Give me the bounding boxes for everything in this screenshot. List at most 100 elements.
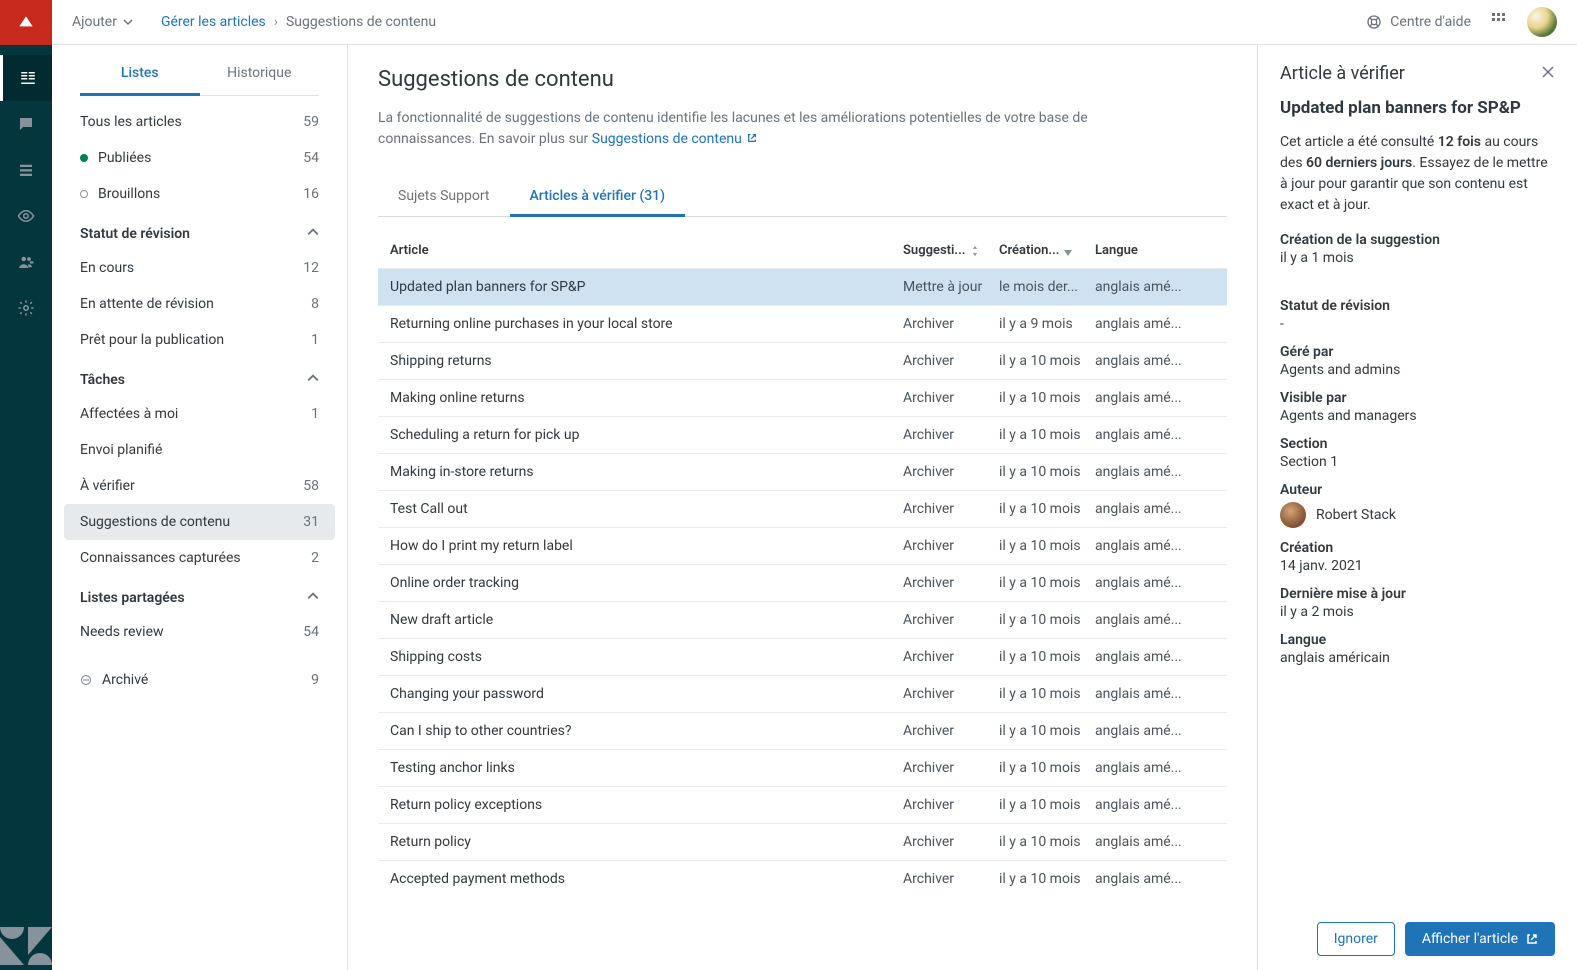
brand-logo[interactable] [0,0,52,45]
column-header-creation[interactable]: Création... [999,243,1095,258]
cell-suggestion: Archiver [903,538,999,554]
cell-language: anglais amé... [1095,279,1215,295]
cell-creation: il y a 10 mois [999,649,1095,665]
status-dot-hollow-icon [80,190,88,198]
articles-table: Article Suggesti... Création... Langue U… [378,233,1227,897]
cell-suggestion: Archiver [903,686,999,702]
rail-arrange-icon[interactable] [0,147,52,193]
sidebar-item-drafts[interactable]: Brouillons 16 [64,176,335,212]
sidebar-item-shared[interactable]: Needs review54 [64,614,335,650]
detail-summary-text: Cet article a été consulté 12 fois au co… [1280,132,1555,216]
meta-label-revision-status: Statut de révision [1280,298,1555,314]
cell-language: anglais amé... [1095,649,1215,665]
table-row[interactable]: Return policy exceptionsArchiveril y a 1… [378,786,1227,823]
sidebar-tab-history[interactable]: Historique [200,53,320,96]
table-row[interactable]: Return policyArchiveril y a 10 moisangla… [378,823,1227,860]
help-center-button[interactable]: Centre d'aide [1366,14,1471,30]
sidebar-item-revision[interactable]: En cours12 [64,250,335,286]
sidebar-header-revision[interactable]: Statut de révision [64,212,335,250]
cell-language: anglais amé... [1095,834,1215,850]
meta-label-managed-by: Géré par [1280,344,1555,360]
sidebar-item-all-articles[interactable]: Tous les articles 59 [64,104,335,140]
meta-label-author: Auteur [1280,482,1555,498]
meta-label-updated: Dernière mise à jour [1280,586,1555,602]
meta-label-language: Langue [1280,632,1555,648]
cell-language: anglais amé... [1095,316,1215,332]
left-rail [0,0,52,970]
cell-suggestion: Archiver [903,464,999,480]
sidebar-item-archived[interactable]: Archivé 9 [64,662,335,698]
cell-language: anglais amé... [1095,797,1215,813]
table-row[interactable]: New draft articleArchiveril y a 10 moisa… [378,601,1227,638]
cell-suggestion: Archiver [903,612,999,628]
rail-settings-icon[interactable] [0,285,52,331]
table-row[interactable]: Online order trackingArchiveril y a 10 m… [378,564,1227,601]
cell-suggestion: Archiver [903,723,999,739]
ignore-button[interactable]: Ignorer [1317,922,1395,956]
cell-article: Changing your password [390,686,903,702]
apps-grid-icon[interactable] [1491,12,1507,32]
chevron-up-icon [307,590,319,606]
sidebar-item-task[interactable]: Envoi planifié [64,432,335,468]
breadcrumb-current: Suggestions de contenu [286,14,436,30]
table-row[interactable]: Test Call outArchiveril y a 10 moisangla… [378,490,1227,527]
help-label: Centre d'aide [1390,14,1471,30]
rail-eye-icon[interactable] [0,193,52,239]
table-row[interactable]: Making online returnsArchiveril y a 10 m… [378,379,1227,416]
sidebar-tab-lists[interactable]: Listes [80,53,200,96]
meta-value-updated: il y a 2 mois [1280,604,1555,620]
sidebar-header-shared[interactable]: Listes partagées [64,576,335,614]
sidebar-item-revision[interactable]: Prêt pour la publication1 [64,322,335,358]
column-header-article[interactable]: Article [390,243,903,258]
cell-creation: il y a 10 mois [999,353,1095,369]
cell-article: Return policy exceptions [390,797,903,813]
cell-creation: il y a 9 mois [999,316,1095,332]
detail-article-title: Updated plan banners for SP&P [1280,98,1555,118]
meta-label-suggestion-creation: Création de la suggestion [1280,232,1555,248]
zendesk-logo-icon[interactable] [0,924,52,970]
sidebar-item-published[interactable]: Publiées 54 [64,140,335,176]
table-row[interactable]: Can I ship to other countries?Archiveril… [378,712,1227,749]
cell-language: anglais amé... [1095,760,1215,776]
cell-creation: il y a 10 mois [999,797,1095,813]
sort-both-icon [970,246,980,256]
view-article-button[interactable]: Afficher l'article [1405,922,1555,956]
table-row[interactable]: Shipping costsArchiveril y a 10 moisangl… [378,638,1227,675]
sidebar-header-tasks[interactable]: Tâches [64,358,335,396]
sidebar-item-task[interactable]: Suggestions de contenu31 [64,504,335,540]
rail-users-icon[interactable] [0,239,52,285]
column-header-language[interactable]: Langue [1095,243,1215,258]
table-row[interactable]: Updated plan banners for SP&PMettre à jo… [378,268,1227,305]
sidebar-item-task[interactable]: Connaissances capturées2 [64,540,335,576]
sidebar: Listes Historique Tous les articles 59 P… [52,45,348,970]
cell-language: anglais amé... [1095,723,1215,739]
cell-suggestion: Mettre à jour [903,279,999,295]
lifebuoy-icon [1366,14,1382,30]
chevron-up-icon [307,372,319,388]
table-row[interactable]: Shipping returnsArchiveril y a 10 moisan… [378,342,1227,379]
meta-value-revision-status: - [1280,316,1555,332]
meta-label-section: Section [1280,436,1555,452]
breadcrumb-link[interactable]: Gérer les articles [161,14,266,30]
rail-knowledge-icon[interactable] [0,55,52,101]
tab-support-topics[interactable]: Sujets Support [378,178,510,216]
table-row[interactable]: Testing anchor linksArchiveril y a 10 mo… [378,749,1227,786]
sidebar-item-revision[interactable]: En attente de révision8 [64,286,335,322]
tab-articles-verify[interactable]: Articles à vérifier (31) [510,178,686,217]
cell-language: anglais amé... [1095,390,1215,406]
user-avatar[interactable] [1527,7,1557,37]
sidebar-item-task[interactable]: À vérifier58 [64,468,335,504]
table-row[interactable]: Returning online purchases in your local… [378,305,1227,342]
column-header-suggestion[interactable]: Suggesti... [903,243,999,258]
add-button[interactable]: Ajouter [72,14,133,30]
table-row[interactable]: Making in-store returnsArchiveril y a 10… [378,453,1227,490]
table-row[interactable]: Accepted payment methodsArchiveril y a 1… [378,860,1227,897]
learn-more-link[interactable]: Suggestions de contenu [592,131,758,147]
table-row[interactable]: How do I print my return labelArchiveril… [378,527,1227,564]
table-row[interactable]: Changing your passwordArchiveril y a 10 … [378,675,1227,712]
close-button[interactable] [1541,65,1555,83]
rail-comments-icon[interactable] [0,101,52,147]
sidebar-item-task[interactable]: Affectées à moi1 [64,396,335,432]
table-row[interactable]: Scheduling a return for pick upArchiveri… [378,416,1227,453]
cell-language: anglais amé... [1095,353,1215,369]
